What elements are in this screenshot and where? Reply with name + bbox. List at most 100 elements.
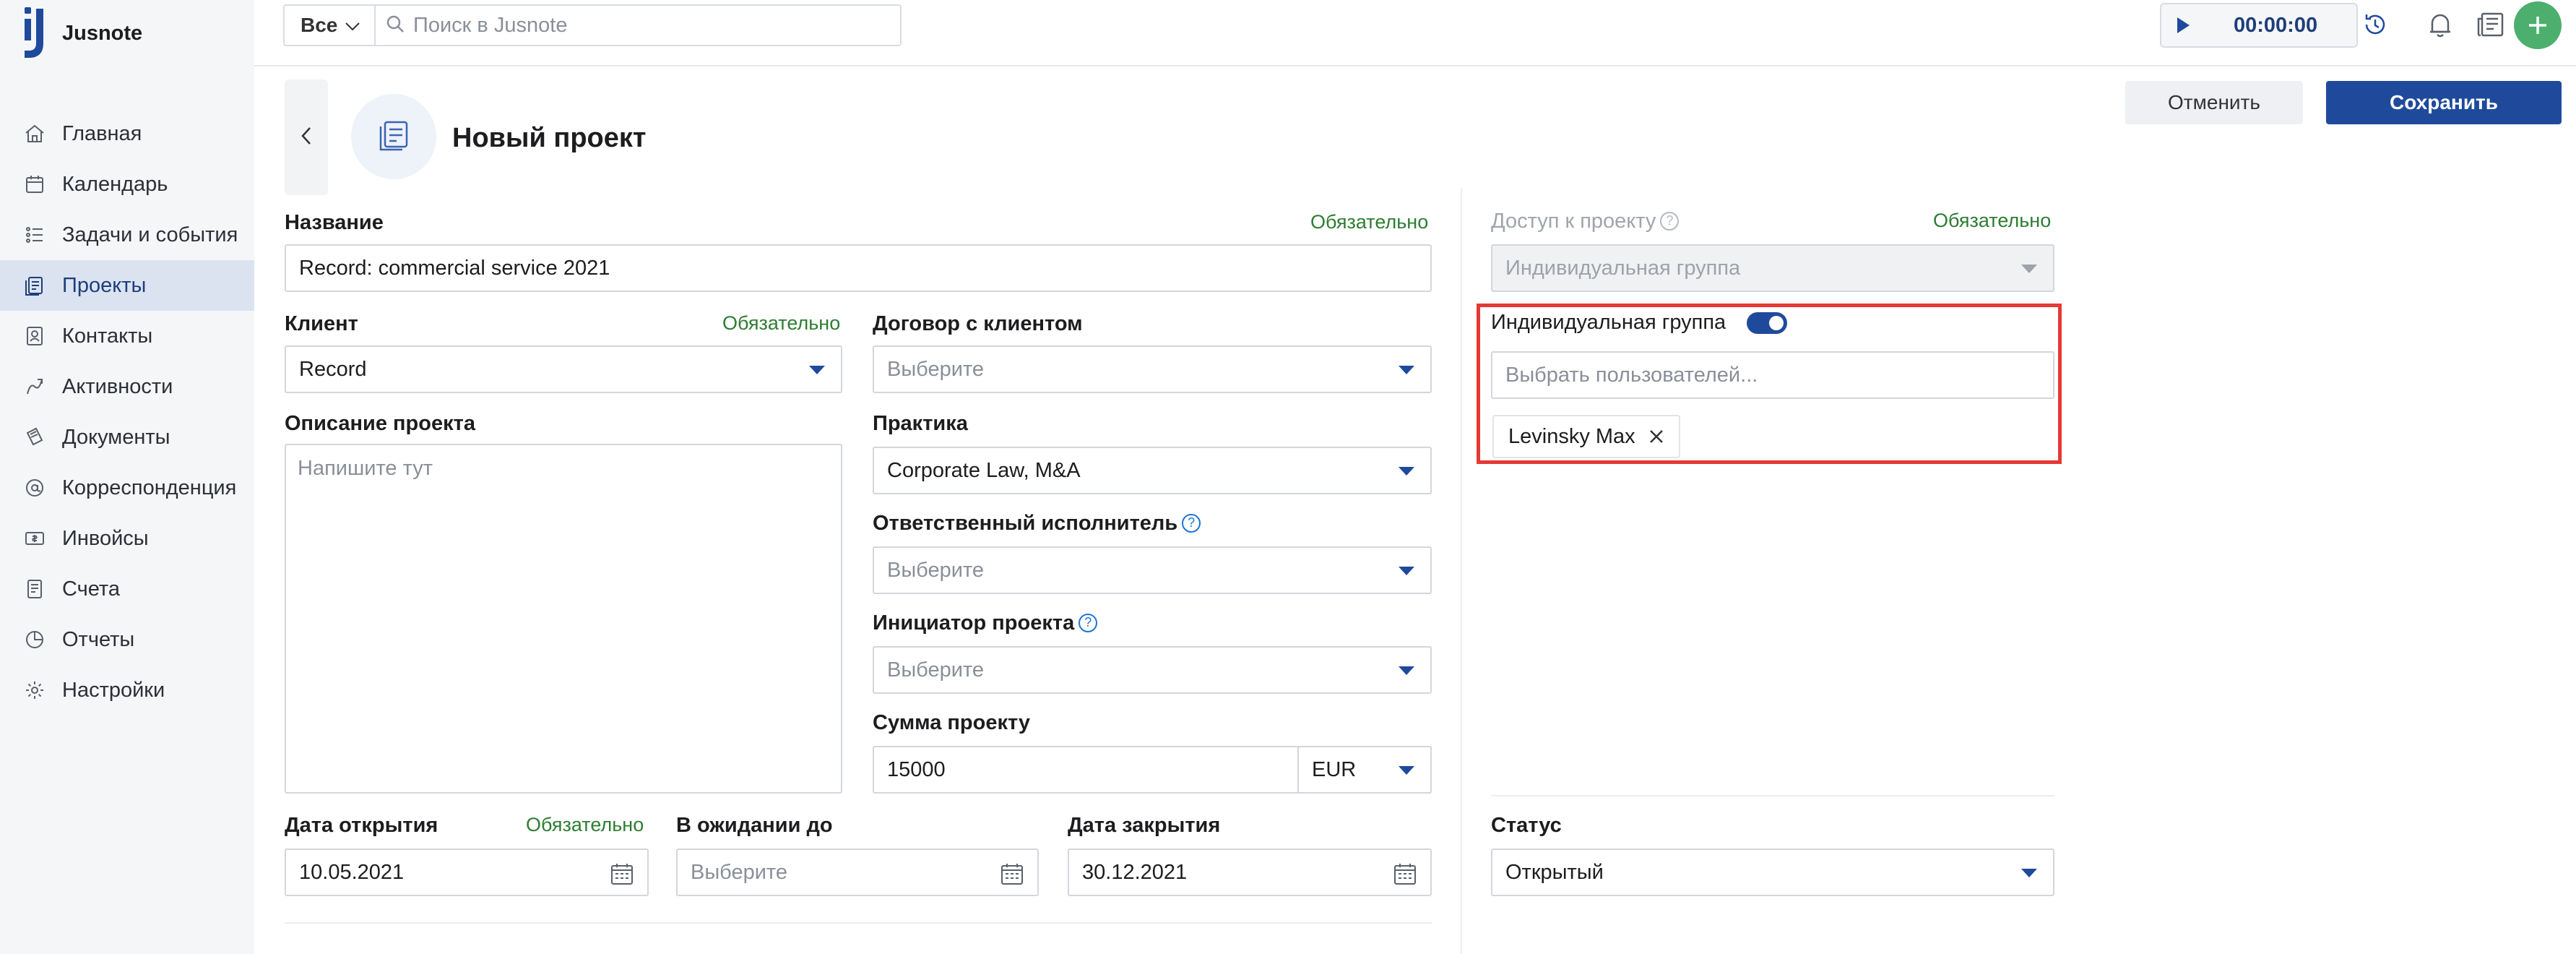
initiator-label-text: Инициатор проекта <box>873 611 1075 635</box>
search-input[interactable] <box>413 13 883 38</box>
user-chip: Levinsky Max <box>1492 415 1680 458</box>
history-icon[interactable] <box>2359 9 2391 40</box>
status-label: Статус <box>1491 814 1562 837</box>
sidebar-item-calendar[interactable]: Календарь <box>0 159 254 210</box>
open-date-input[interactable]: 10.05.2021 <box>285 848 649 896</box>
select-users-placeholder: Выбрать пользователей... <box>1505 363 1758 387</box>
individual-group-label: Индивидуальная группа <box>1491 311 1726 334</box>
sidebar-item-label: Корреспонденция <box>62 476 237 499</box>
open-date-required: Обязательно <box>526 814 644 835</box>
initiator-select[interactable]: Выберите <box>873 646 1432 694</box>
settings-icon <box>23 679 46 702</box>
sidebar-item-settings[interactable]: Настройки <box>0 665 254 716</box>
sidebar-item-label: Инвойсы <box>62 526 149 550</box>
bell-icon[interactable] <box>2424 9 2456 40</box>
project-name-input[interactable]: Record: commercial service 2021 <box>285 244 1432 292</box>
cancel-button[interactable]: Отменить <box>2125 81 2303 124</box>
sidebar-item-activity[interactable]: Активности <box>0 361 254 412</box>
jusnote-logo-icon <box>22 7 52 59</box>
pending-until-input[interactable]: Выберите <box>676 848 1039 896</box>
amount-value: 15000 <box>887 757 946 781</box>
sidebar-item-invoices[interactable]: Инвойсы <box>0 513 254 564</box>
name-label: Название <box>285 211 384 234</box>
logo[interactable]: Jusnote <box>22 7 142 59</box>
timer-widget[interactable]: 00:00:00 <box>2160 3 2358 48</box>
sidebar-item-contacts[interactable]: Контакты <box>0 311 254 361</box>
close-icon[interactable] <box>1648 429 1664 444</box>
sidebar-item-mail[interactable]: Корреспонденция <box>0 463 254 513</box>
select-users-input[interactable]: Выбрать пользователей... <box>1491 351 2054 399</box>
client-select[interactable]: Record <box>285 345 842 393</box>
contract-placeholder: Выберите <box>887 357 985 381</box>
practice-value: Corporate Law, M&A <box>887 458 1081 482</box>
close-date-label: Дата закрытия <box>1068 814 1221 837</box>
calendar-icon[interactable] <box>610 861 634 886</box>
caret-down-icon <box>809 366 825 374</box>
search-scope-dropdown[interactable]: Все <box>283 4 374 46</box>
invoice-icon <box>23 527 46 550</box>
home-icon <box>23 122 46 145</box>
mail-icon <box>23 476 46 499</box>
sidebar-item-home[interactable]: Главная <box>0 108 254 159</box>
sidebar: Jusnote Главная Календарь Задачи и событ… <box>0 0 254 954</box>
sidebar-item-label: Документы <box>62 425 170 449</box>
global-search[interactable] <box>374 4 902 46</box>
chevron-left-icon <box>301 126 312 149</box>
access-label-text: Доступ к проекту <box>1491 210 1656 233</box>
page-title: Новый проект <box>452 123 647 153</box>
back-button[interactable] <box>285 80 328 195</box>
sidebar-nav: Главная Календарь Задачи и события Проек… <box>0 108 254 716</box>
calendar-icon <box>23 173 46 196</box>
reports-icon <box>23 628 46 651</box>
contract-select[interactable]: Выберите <box>873 345 1432 393</box>
timer-value: 00:00:00 <box>2234 13 2318 37</box>
contacts-icon <box>23 325 46 348</box>
documents-icon <box>23 426 46 449</box>
description-textarea[interactable] <box>285 444 842 794</box>
help-icon[interactable]: ? <box>1182 513 1201 533</box>
calendar-icon[interactable] <box>1393 861 1417 886</box>
responsible-placeholder: Выберите <box>887 558 985 582</box>
individual-group-toggle[interactable] <box>1747 312 1787 334</box>
sidebar-item-label: Главная <box>62 121 142 145</box>
amount-label: Сумма проекту <box>873 711 1031 734</box>
initiator-placeholder: Выберите <box>887 658 985 682</box>
sidebar-item-label: Контакты <box>62 324 153 348</box>
sidebar-item-accounts[interactable]: Счета <box>0 564 254 614</box>
close-date-input[interactable]: 30.12.2021 <box>1068 848 1432 896</box>
sidebar-item-label: Проекты <box>62 273 147 297</box>
status-select[interactable]: Открытый <box>1491 848 2054 896</box>
top-bar: Все 00:00:00 <box>254 0 2576 66</box>
chevron-down-icon <box>345 14 360 37</box>
sidebar-item-documents[interactable]: Документы <box>0 412 254 463</box>
sidebar-item-label: Счета <box>62 577 120 601</box>
sidebar-item-projects[interactable]: Проекты <box>0 260 254 311</box>
help-icon: ? <box>1660 211 1680 231</box>
activity-icon <box>23 375 46 398</box>
project-name-value: Record: commercial service 2021 <box>299 256 610 280</box>
add-button[interactable] <box>2514 1 2562 49</box>
currency-value: EUR <box>1312 757 1357 781</box>
caret-down-icon <box>1399 366 1414 374</box>
currency-select[interactable]: EUR <box>1299 746 1432 794</box>
projects-icon <box>375 116 412 158</box>
access-value: Индивидуальная группа <box>1505 256 1741 280</box>
responsible-select[interactable]: Выберите <box>873 546 1432 594</box>
sidebar-item-tasks[interactable]: Задачи и события <box>0 210 254 260</box>
sidebar-item-reports[interactable]: Отчеты <box>0 614 254 665</box>
calendar-icon[interactable] <box>1000 861 1024 886</box>
save-button[interactable]: Сохранить <box>2326 81 2562 124</box>
client-required: Обязательно <box>722 312 841 334</box>
open-date-value: 10.05.2021 <box>299 860 405 884</box>
access-required: Обязательно <box>1933 210 2052 231</box>
name-required: Обязательно <box>1310 211 1429 233</box>
search-icon <box>386 14 405 37</box>
help-icon[interactable]: ? <box>1079 613 1098 632</box>
sidebar-item-label: Настройки <box>62 678 165 702</box>
client-value: Record <box>299 357 367 381</box>
practice-select[interactable]: Corporate Law, M&A <box>873 447 1432 494</box>
tasks-icon <box>23 223 46 246</box>
play-icon[interactable] <box>2161 16 2205 35</box>
pending-until-label: В ожидании до <box>676 814 833 837</box>
news-icon[interactable] <box>2475 9 2507 40</box>
